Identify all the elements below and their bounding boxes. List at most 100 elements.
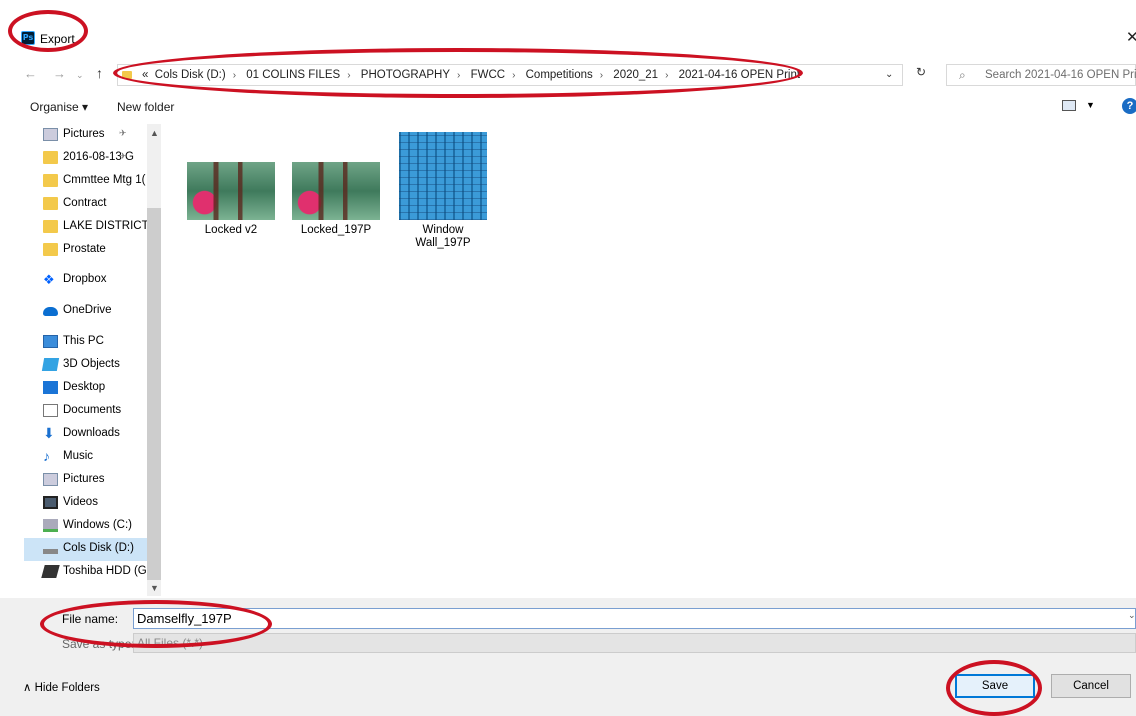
breadcrumb-item[interactable]: 2020_21: [613, 69, 658, 81]
videos-icon: [43, 496, 58, 509]
address-bar[interactable]: « Cols Disk (D:) › 01 COLINS FILES › PHOTO…: [117, 64, 903, 86]
breadcrumb-separator-icon[interactable]: ›: [512, 70, 515, 81]
breadcrumb-separator-icon[interactable]: ›: [665, 70, 668, 81]
photoshop-icon: Ps: [21, 31, 35, 45]
breadcrumb: « Cols Disk (D:) › 01 COLINS FILES › PHOTO…: [142, 69, 800, 81]
refresh-icon[interactable]: ↻: [910, 65, 932, 87]
breadcrumb-item[interactable]: 2021-04-16 OPEN Print: [679, 69, 800, 81]
documents-icon: [43, 404, 58, 417]
sidebar-item-label: LAKE DISTRICT: [63, 220, 147, 232]
folder-icon: [43, 243, 58, 256]
navigation-bar: ← → ⌄ ↑ « Cols Disk (D:) › 01 COLINS FILE…: [0, 62, 1136, 90]
folder-icon: [43, 174, 58, 187]
sidebar-item-music[interactable]: ♪ Music: [24, 446, 147, 469]
sidebar-item-label: Desktop: [63, 381, 106, 393]
breadcrumb-separator-icon[interactable]: ›: [457, 70, 460, 81]
sidebar-item-label: Videos: [63, 496, 98, 508]
pin-icon: ✈: [119, 151, 127, 161]
sidebar-item-label: Windows (C:): [63, 519, 133, 531]
sidebar-item-dropbox[interactable]: ❖ Dropbox: [24, 269, 147, 292]
save-type-select[interactable]: All Files (*.*): [133, 633, 1136, 653]
address-dropdown-chevron-icon[interactable]: ⌄: [885, 69, 893, 80]
breadcrumb-item[interactable]: Competitions: [526, 69, 593, 81]
file-name: Locked v2: [204, 224, 258, 236]
cancel-button[interactable]: Cancel: [1051, 674, 1131, 698]
help-icon[interactable]: ?: [1122, 98, 1136, 114]
scroll-down-chevron-icon[interactable]: ▼: [150, 583, 159, 593]
sidebar-item-pictures-quick[interactable]: Pictures ✈: [24, 124, 147, 147]
breadcrumb-item[interactable]: FWCC: [471, 69, 506, 81]
sidebar-item-lake-district[interactable]: LAKE DISTRICT: [24, 216, 147, 239]
sidebar-item-label: Pictures: [63, 128, 105, 140]
breadcrumb-separator-icon[interactable]: ›: [347, 70, 350, 81]
folder-icon: [122, 71, 132, 79]
filename-dropdown-chevron-icon[interactable]: ⌄: [1128, 610, 1136, 621]
music-icon: ♪: [43, 448, 50, 464]
hide-folders-button[interactable]: ∧ Hide Folders: [23, 680, 100, 694]
sidebar-item-this-pc[interactable]: This PC: [24, 331, 147, 354]
breadcrumb-overflow[interactable]: «: [142, 69, 148, 81]
folder-icon: [43, 220, 58, 233]
sidebar-item-3d-objects[interactable]: 3D Objects: [24, 354, 147, 377]
sidebar-item-label: Pictures: [63, 473, 105, 485]
sidebar-item-downloads[interactable]: ⬇ Downloads: [24, 423, 147, 446]
save-button[interactable]: Save: [955, 674, 1035, 698]
breadcrumb-separator-icon[interactable]: ›: [600, 70, 603, 81]
scroll-up-chevron-icon[interactable]: ▲: [150, 128, 159, 138]
file-name: Locked_197P: [300, 224, 372, 236]
desktop-icon: [43, 381, 58, 394]
view-options-chevron-icon[interactable]: ▼: [1086, 100, 1095, 110]
sidebar-item-2016-08-13[interactable]: 2016-08-13 G ✈: [24, 147, 147, 170]
computer-icon: [43, 335, 58, 348]
sidebar-item-cmmttee-mtg[interactable]: Cmmttee Mtg 1(: [24, 170, 147, 193]
sidebar-item-toshiba-hdd[interactable]: Toshiba HDD (G:: [24, 561, 147, 584]
3d-objects-icon: [41, 358, 60, 371]
sidebar-item-windows-c[interactable]: Windows (C:): [24, 515, 147, 538]
organise-button[interactable]: Organise ▾: [30, 100, 88, 114]
back-arrow-icon[interactable]: ←: [24, 66, 37, 81]
breadcrumb-separator-icon[interactable]: ›: [233, 70, 236, 81]
pictures-icon: [43, 128, 58, 141]
recent-locations-chevron-icon[interactable]: ⌄: [76, 70, 84, 81]
file-item[interactable]: Locked v2: [184, 162, 278, 237]
onedrive-icon: [43, 307, 58, 316]
forward-arrow-icon[interactable]: →: [53, 66, 66, 81]
windows-drive-icon: [43, 519, 58, 532]
folder-icon: [43, 151, 58, 164]
change-view-icon[interactable]: [1062, 100, 1076, 111]
sidebar-item-label: OneDrive: [63, 304, 112, 316]
file-list: Locked v2 Locked_197P Window Wall_197P: [165, 124, 1136, 596]
sidebar-item-pictures[interactable]: Pictures: [24, 469, 147, 492]
search-icon: ⌕: [959, 68, 966, 82]
file-item[interactable]: Locked_197P: [289, 162, 383, 237]
pin-icon: ✈: [119, 128, 127, 138]
sidebar-item-label: Downloads: [63, 427, 120, 439]
breadcrumb-item[interactable]: PHOTOGRAPHY: [361, 69, 450, 81]
sidebar-item-desktop[interactable]: Desktop: [24, 377, 147, 400]
sidebar-item-label: Cmmttee Mtg 1(: [63, 174, 146, 186]
sidebar-item-documents[interactable]: Documents: [24, 400, 147, 423]
sidebar-item-videos[interactable]: Videos: [24, 492, 147, 515]
sidebar-item-prostate[interactable]: Prostate: [24, 239, 147, 262]
sidebar-scrollbar-thumb[interactable]: [147, 208, 161, 580]
filename-label: File name:: [62, 612, 119, 626]
sidebar-item-onedrive[interactable]: OneDrive: [24, 300, 147, 323]
sidebar-item-label: Music: [63, 450, 94, 462]
close-icon[interactable]: ✕: [1126, 28, 1136, 46]
search-input[interactable]: ⌕ Search 2021-04-16 OPEN Print: [946, 64, 1136, 86]
file-item[interactable]: Window Wall_197P: [396, 132, 490, 250]
breadcrumb-item[interactable]: Cols Disk (D:): [155, 69, 226, 81]
sidebar-item-label: 3D Objects: [63, 358, 120, 370]
breadcrumb-item[interactable]: 01 COLINS FILES: [246, 69, 340, 81]
new-folder-button[interactable]: New folder: [117, 100, 174, 114]
sidebar-item-cols-disk-d[interactable]: Cols Disk (D:): [24, 538, 147, 561]
title-bar: Ps Export ✕: [0, 0, 1136, 62]
sidebar-item-contract[interactable]: Contract: [24, 193, 147, 216]
sidebar-item-label: Dropbox: [63, 273, 107, 285]
filename-field[interactable]: [133, 608, 1136, 629]
locked-gate-thumbnail: [187, 162, 275, 220]
window-wall-thumbnail: [399, 132, 487, 220]
pictures-icon: [43, 473, 58, 486]
up-arrow-icon[interactable]: ↑: [96, 65, 103, 81]
locked-gate-thumbnail: [292, 162, 380, 220]
